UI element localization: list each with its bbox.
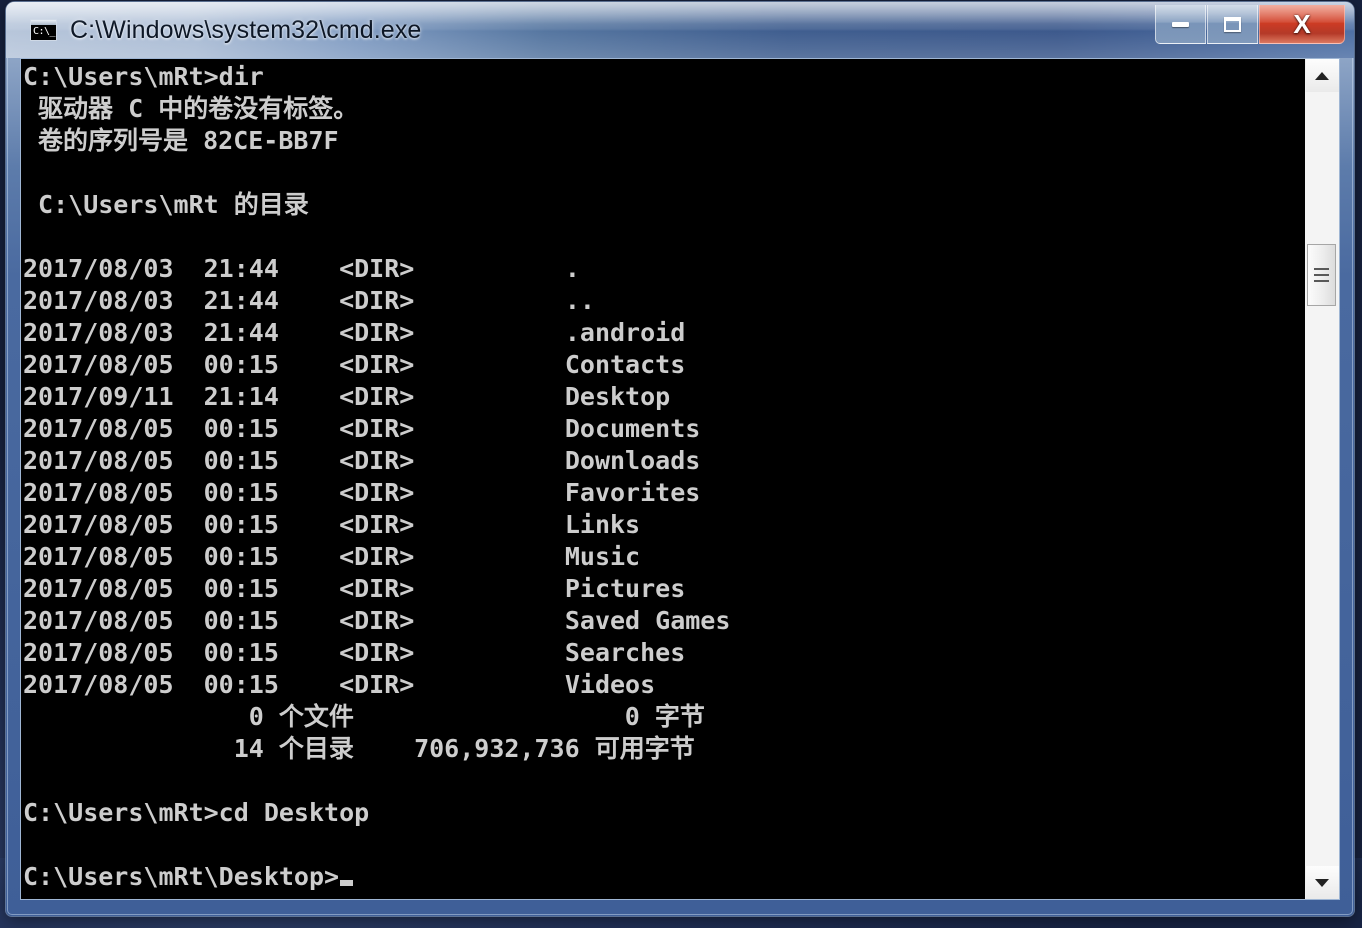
window-titlebar[interactable]: C:\_ C:\Windows\system32\cmd.exe X bbox=[6, 2, 1354, 58]
cmd-icon: C:\_ bbox=[30, 19, 57, 41]
console-text: C:\Users\mRt>dir 驱动器 C 中的卷没有标签。 卷的序列号是 8… bbox=[23, 62, 731, 891]
close-icon: X bbox=[1293, 9, 1311, 39]
minimize-button[interactable] bbox=[1155, 5, 1206, 44]
scroll-down-button[interactable] bbox=[1305, 866, 1339, 899]
window-controls: X bbox=[1155, 5, 1345, 44]
scrollbar-thumb[interactable] bbox=[1307, 244, 1337, 306]
maximize-icon bbox=[1224, 16, 1241, 32]
chevron-down-icon bbox=[1315, 878, 1330, 887]
cmd-window: C:\_ C:\Windows\system32\cmd.exe X C:\Us… bbox=[6, 2, 1354, 916]
maximize-button[interactable] bbox=[1207, 5, 1258, 44]
close-button[interactable]: X bbox=[1259, 5, 1345, 44]
console-output-area[interactable]: C:\Users\mRt>dir 驱动器 C 中的卷没有标签。 卷的序列号是 8… bbox=[21, 59, 1305, 899]
minimize-icon bbox=[1172, 21, 1189, 27]
window-client-area: C:\Users\mRt>dir 驱动器 C 中的卷没有标签。 卷的序列号是 8… bbox=[20, 58, 1340, 900]
cmd-icon-titlebar-strip bbox=[31, 20, 56, 25]
scrollbar-track[interactable] bbox=[1305, 92, 1339, 866]
chevron-up-icon bbox=[1315, 71, 1330, 80]
scroll-up-button[interactable] bbox=[1305, 59, 1339, 92]
console-cursor bbox=[340, 880, 354, 886]
console-scrollbar[interactable] bbox=[1304, 59, 1339, 899]
window-title: C:\Windows\system32\cmd.exe bbox=[70, 15, 422, 44]
cmd-icon-glyph: C:\_ bbox=[33, 26, 56, 37]
scrollbar-grip-icon bbox=[1314, 266, 1330, 284]
